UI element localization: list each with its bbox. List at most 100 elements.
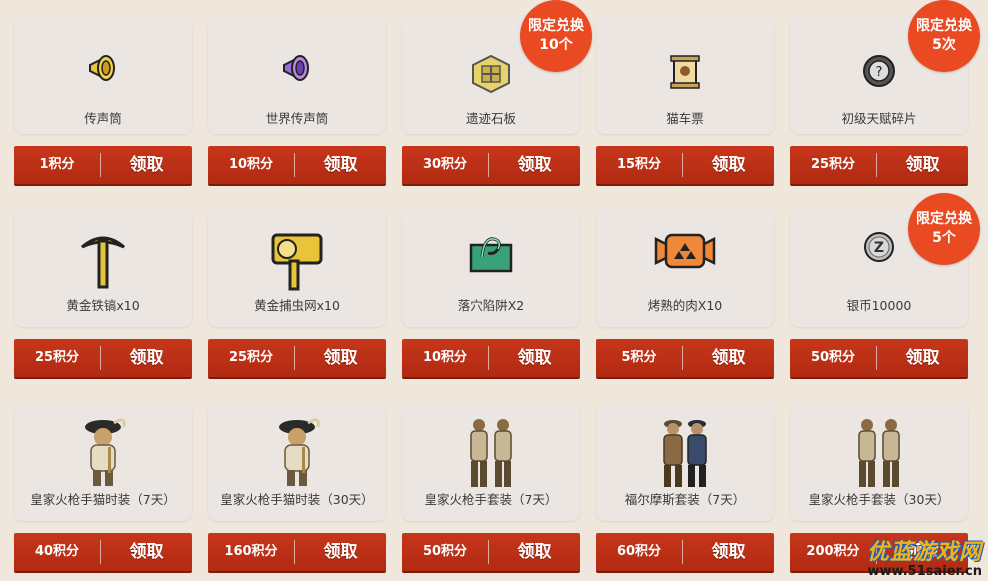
reward-points: 10积分 — [228, 157, 274, 172]
watermark-url: www.51saier.cn — [867, 564, 982, 579]
reward-action-bar: 25积分 领取 — [14, 339, 192, 377]
reward-action-bar: 50积分 领取 — [790, 339, 968, 377]
claim-button[interactable]: 领取 — [877, 339, 968, 377]
limited-exchange-badge: 限定兑换 5个 — [908, 193, 980, 265]
reward-card: 皇家火枪手套装（30天） — [790, 403, 968, 521]
reward-name: 世界传声筒 — [265, 111, 329, 126]
svg-text:?: ? — [876, 65, 883, 80]
reward-name: 初级天赋碎片 — [841, 111, 917, 126]
reward-name: 银币10000 — [846, 298, 912, 313]
reward-action-bar: 1积分 领取 — [14, 146, 192, 184]
reward-card: 黄金铁镐x10 — [14, 209, 192, 327]
claim-button[interactable]: 领取 — [489, 533, 580, 571]
reward-points: 25积分 — [228, 350, 274, 365]
reward-name: 皇家火枪手猫时装（7天） — [30, 492, 176, 507]
reward-name: 皇家火枪手猫时装（30天） — [220, 492, 374, 507]
badge-title: 限定兑换 — [916, 211, 972, 227]
claim-button[interactable]: 领取 — [295, 146, 386, 184]
reward-card: 传声筒 — [14, 16, 192, 134]
reward-action-bar: 15积分 领取 — [596, 146, 774, 184]
claim-button[interactable]: 领取 — [101, 339, 192, 377]
reward-points: 200积分 — [806, 544, 860, 559]
claim-button[interactable]: 领取 — [683, 533, 774, 571]
reward-points: 40积分 — [34, 544, 80, 559]
reward-points: 10积分 — [422, 350, 468, 365]
reward-points: 1积分 — [39, 157, 75, 172]
claim-button[interactable]: 领取 — [101, 533, 192, 571]
reward-card: 黄金捕虫网x10 — [208, 209, 386, 327]
reward-points: 160积分 — [224, 544, 278, 559]
claim-button[interactable]: 领取 — [683, 339, 774, 377]
reward-name: 猫车票 — [666, 111, 704, 126]
claim-button[interactable]: 领取 — [489, 146, 580, 184]
reward-action-bar: 10积分 领取 — [208, 146, 386, 184]
svg-text:Z: Z — [874, 240, 884, 256]
badge-limit: 5次 — [932, 37, 956, 53]
reward-action-bar: 10积分 领取 — [402, 339, 580, 377]
reward-exchange-panel: 传声筒 1积分 领取 世界传声筒 10积分 领取 遗迹石板 30积分 领取 限定… — [0, 0, 988, 581]
reward-points: 5积分 — [621, 350, 657, 365]
cooked-meat-icon — [654, 231, 716, 271]
limited-exchange-badge: 限定兑换 10个 — [520, 0, 592, 72]
reward-card: 皇家火枪手套装（7天） — [402, 403, 580, 521]
reward-card: 福尔摩斯套装（7天） — [596, 403, 774, 521]
ruin-tablet-icon — [469, 54, 513, 94]
claim-button[interactable]: 领取 — [295, 533, 386, 571]
reward-name: 福尔摩斯套装（7天） — [624, 492, 746, 507]
pitfall-trap-icon — [468, 231, 514, 275]
badge-limit: 5个 — [932, 230, 956, 246]
royal-musketeer-cat-icon — [78, 415, 128, 489]
cat-ticket-icon — [669, 54, 701, 90]
reward-action-bar: 160积分 领取 — [208, 533, 386, 571]
reward-name: 黄金捕虫网x10 — [254, 298, 340, 313]
claim-button[interactable]: 领取 — [295, 339, 386, 377]
talent-shard-icon: ? — [862, 54, 896, 88]
reward-card: 皇家火枪手猫时装（30天） — [208, 403, 386, 521]
reward-card: 皇家火枪手猫时装（7天） — [14, 403, 192, 521]
golden-pickaxe-icon — [78, 231, 128, 291]
site-watermark: 优蓝游戏网 www.51saier.cn — [867, 534, 982, 579]
reward-points: 60积分 — [616, 544, 662, 559]
golden-bugnet-icon — [269, 231, 325, 291]
reward-action-bar: 25积分 领取 — [790, 146, 968, 184]
reward-card: 烤熟的肉X10 — [596, 209, 774, 327]
claim-button[interactable]: 领取 — [877, 146, 968, 184]
reward-name: 烤熟的肉X10 — [647, 298, 723, 313]
royal-musketeer-cat-icon — [272, 415, 322, 489]
reward-name: 皇家火枪手套装（30天） — [808, 492, 950, 507]
badge-title: 限定兑换 — [528, 18, 584, 34]
reward-points: 25积分 — [810, 157, 856, 172]
reward-points: 30积分 — [422, 157, 468, 172]
limited-exchange-badge: 限定兑换 5次 — [908, 0, 980, 72]
reward-action-bar: 60积分 领取 — [596, 533, 774, 571]
holmes-suit-icon — [654, 415, 716, 491]
claim-button[interactable]: 领取 — [683, 146, 774, 184]
reward-points: 25积分 — [34, 350, 80, 365]
badge-title: 限定兑换 — [916, 18, 972, 34]
reward-name: 传声筒 — [84, 111, 122, 126]
megaphone-icon — [86, 54, 120, 82]
reward-action-bar: 5积分 领取 — [596, 339, 774, 377]
reward-name: 皇家火枪手套装（7天） — [424, 492, 558, 507]
watermark-logo: 优蓝游戏网 — [866, 540, 982, 565]
reward-card: 猫车票 — [596, 16, 774, 134]
reward-card: 世界传声筒 — [208, 16, 386, 134]
reward-action-bar: 25积分 领取 — [208, 339, 386, 377]
reward-name: 黄金铁镐x10 — [66, 298, 140, 313]
world-megaphone-icon — [280, 54, 314, 82]
reward-points: 50积分 — [422, 544, 468, 559]
reward-name: 遗迹石板 — [465, 111, 516, 126]
claim-button[interactable]: 领取 — [101, 146, 192, 184]
reward-points: 15积分 — [616, 157, 662, 172]
reward-action-bar: 40积分 领取 — [14, 533, 192, 571]
reward-points: 50积分 — [810, 350, 856, 365]
silver-coin-icon: Z — [863, 231, 895, 263]
reward-action-bar: 30积分 领取 — [402, 146, 580, 184]
royal-musketeer-suit-icon — [848, 415, 910, 491]
royal-musketeer-suit-icon — [460, 415, 522, 491]
reward-action-bar: 50积分 领取 — [402, 533, 580, 571]
reward-name: 落穴陷阱X2 — [457, 298, 525, 313]
reward-card: 落穴陷阱X2 — [402, 209, 580, 327]
claim-button[interactable]: 领取 — [489, 339, 580, 377]
badge-limit: 10个 — [539, 37, 573, 53]
